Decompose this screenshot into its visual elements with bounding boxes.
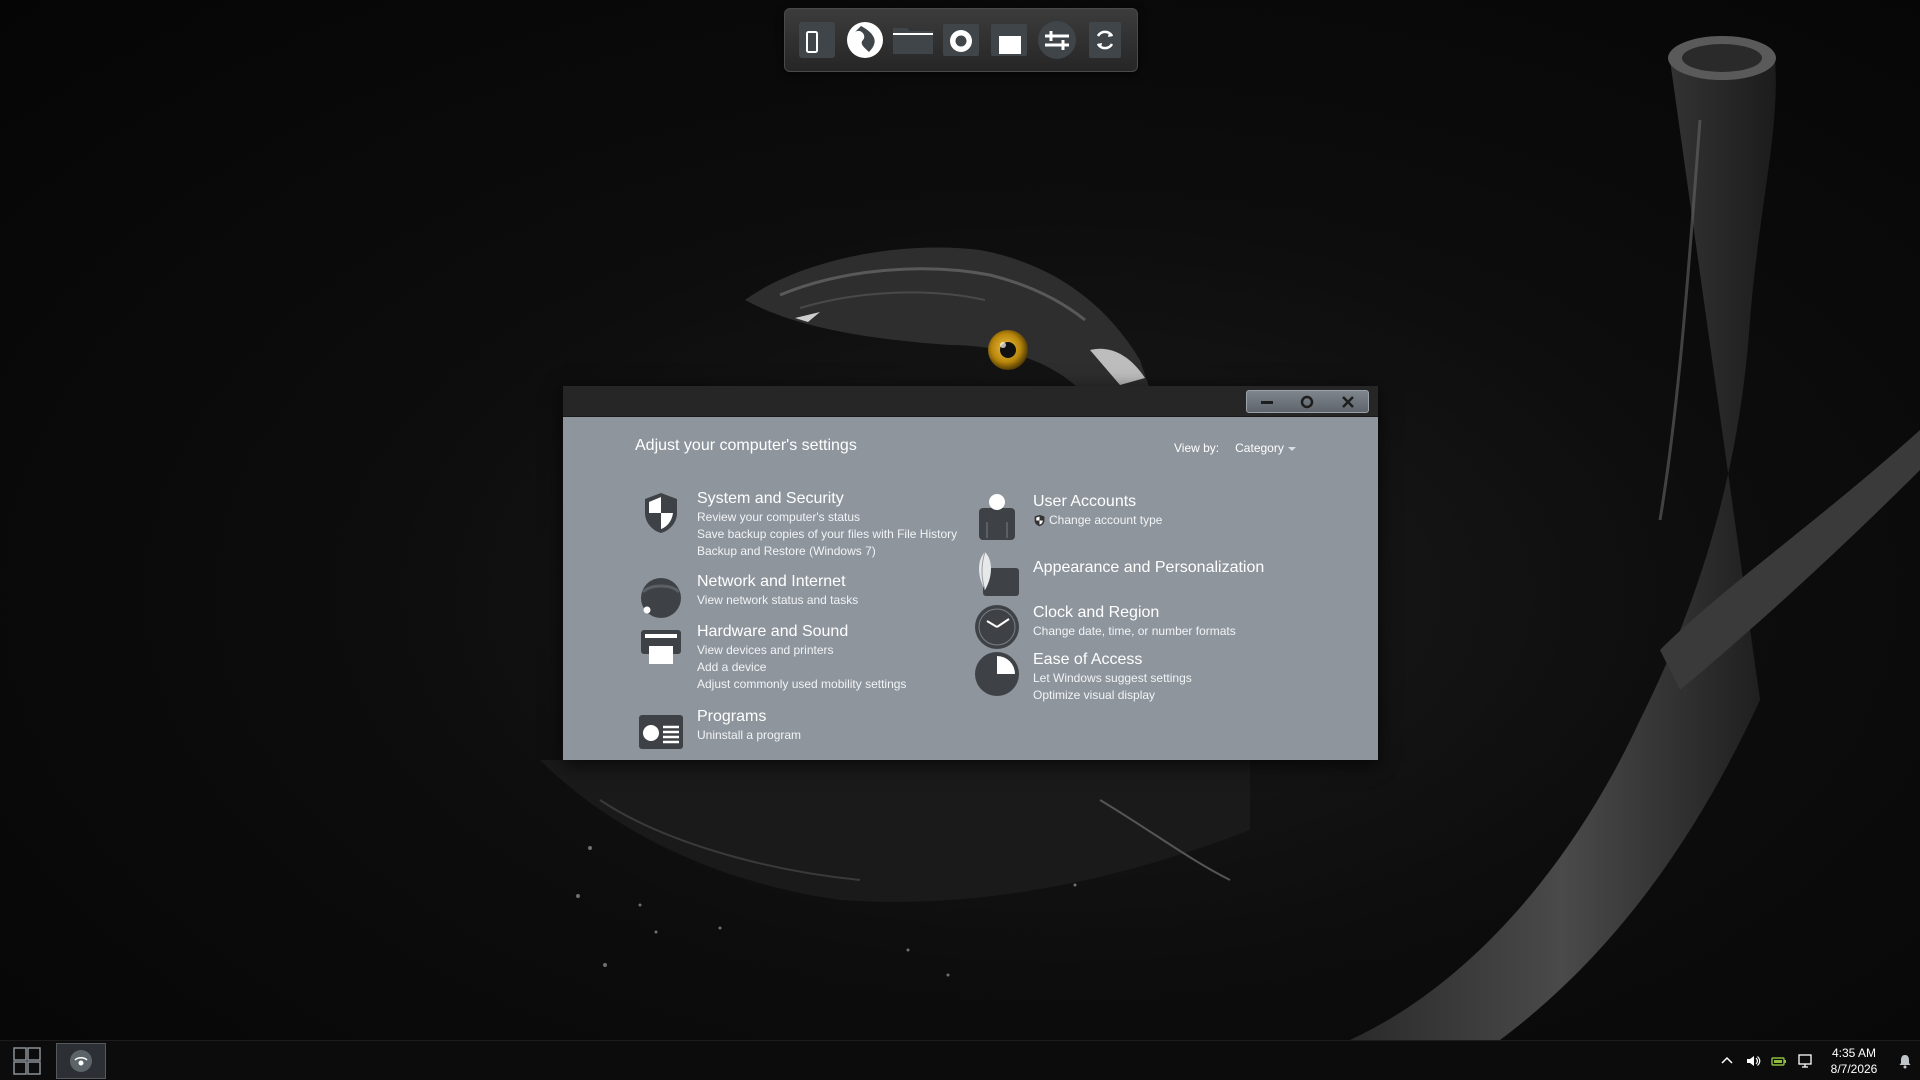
eagle-head (745, 247, 1150, 390)
dock-files[interactable] (986, 16, 1032, 64)
network-icon (1798, 1054, 1812, 1068)
eagle-body (540, 760, 1250, 902)
chevron-down-icon (1287, 446, 1296, 451)
category-title[interactable]: Appearance and Personalization (1033, 558, 1264, 578)
category-link[interactable]: View network status and tasks (697, 592, 858, 609)
clock-icon (975, 605, 1019, 649)
category-link[interactable]: Change date, time, or number formats (1033, 623, 1236, 640)
dock-browser[interactable] (842, 16, 888, 64)
category-clock-region: Clock and Region Change date, time, or n… (973, 603, 1236, 651)
category-system-security: System and Security Review your computer… (637, 489, 957, 560)
category-link[interactable]: Uninstall a program (697, 727, 801, 744)
category-hardware-sound: Hardware and Sound View devices and prin… (637, 622, 906, 693)
printer-icon (641, 630, 681, 664)
chevron-up-icon (1721, 1056, 1733, 1064)
appearance-icon (979, 551, 1019, 596)
taskbar-clock[interactable]: 4:35 AM 8/7/2026 (1822, 1045, 1886, 1077)
phone-icon (799, 22, 835, 58)
restore-button[interactable] (1289, 392, 1325, 412)
category-link[interactable]: Adjust commonly used mobility settings (697, 676, 906, 693)
category-link-text: Change account type (1049, 513, 1163, 527)
category-title[interactable]: System and Security (697, 489, 957, 509)
category-title[interactable]: User Accounts (1033, 492, 1162, 512)
notification-button[interactable] (1890, 1041, 1920, 1080)
minimize-icon (1261, 400, 1274, 404)
network-icon (641, 578, 681, 618)
category-link[interactable]: Change account type (1033, 512, 1162, 529)
window-controls (1246, 390, 1369, 413)
globe-icon (847, 22, 883, 58)
recycle-icon (1089, 22, 1121, 58)
eagle-eye (988, 330, 1028, 370)
branch-trunk (1350, 43, 1776, 1040)
tray-overflow[interactable] (1714, 1041, 1740, 1080)
folder-icon (893, 28, 933, 54)
control-panel-content: Adjust your computer's settings View by:… (563, 417, 1378, 760)
category-link[interactable]: Save backup copies of your files with Fi… (697, 526, 957, 543)
category-title[interactable]: Programs (697, 707, 801, 727)
category-network-internet: Network and Internet View network status… (637, 572, 858, 620)
category-link[interactable]: Backup and Restore (Windows 7) (697, 543, 957, 560)
category-title[interactable]: Hardware and Sound (697, 622, 906, 642)
dock-phone[interactable] (794, 16, 840, 64)
category-link[interactable]: View devices and printers (697, 642, 906, 659)
shield-icon (1034, 514, 1045, 527)
programs-icon (639, 715, 683, 749)
category-link[interactable]: Add a device (697, 659, 906, 676)
close-icon (1341, 395, 1354, 408)
close-button[interactable] (1330, 392, 1366, 412)
volume-icon (1747, 1056, 1761, 1066)
window-titlebar[interactable] (563, 386, 1378, 417)
ease-of-access-icon (975, 652, 1019, 696)
category-ease-of-access: Ease of Access Let Windows suggest setti… (973, 650, 1192, 704)
camera-icon (943, 24, 979, 56)
view-by-label: View by: (1174, 441, 1220, 455)
view-by-value: Category (1235, 441, 1284, 455)
tray-network[interactable] (1792, 1041, 1818, 1080)
dock-settings[interactable] (1034, 16, 1080, 64)
category-link[interactable]: Review your computer's status (697, 509, 957, 526)
category-link[interactable]: Optimize visual display (1033, 687, 1192, 704)
battery-icon (1771, 1057, 1786, 1066)
category-title[interactable]: Ease of Access (1033, 650, 1192, 670)
category-user-accounts: User Accounts Change account type (973, 492, 1162, 540)
system-tray: 4:35 AM 8/7/2026 (1714, 1041, 1920, 1080)
dock-recycle[interactable] (1082, 16, 1128, 64)
view-by-control: View by: Category (1174, 441, 1296, 455)
control-panel-icon (70, 1050, 92, 1072)
control-panel-window: Adjust your computer's settings View by:… (563, 386, 1378, 760)
page-title: Adjust your computer's settings (635, 437, 857, 454)
view-by-dropdown[interactable]: Category (1235, 441, 1296, 455)
category-programs: Programs Uninstall a program (637, 707, 801, 755)
top-dock (784, 8, 1138, 72)
tray-volume[interactable] (1740, 1041, 1766, 1080)
dock-folder[interactable] (890, 16, 936, 64)
notification-icon (1899, 1055, 1911, 1069)
sliders-icon (1038, 21, 1076, 59)
taskbar: 4:35 AM 8/7/2026 (0, 1040, 1920, 1080)
restore-icon (1301, 395, 1314, 408)
start-grid-icon (13, 1047, 41, 1075)
taskbar-app-control-panel[interactable] (56, 1043, 106, 1079)
start-button[interactable] (8, 1045, 46, 1077)
dock-camera[interactable] (938, 16, 984, 64)
shield-icon (645, 493, 677, 533)
clock-date: 8/7/2026 (1830, 1062, 1878, 1076)
branch-arm (1660, 430, 1920, 690)
tray-battery[interactable] (1766, 1041, 1792, 1080)
minimize-button[interactable] (1249, 392, 1285, 412)
clock-time: 4:35 AM (1831, 1046, 1877, 1060)
category-link[interactable]: Let Windows suggest settings (1033, 670, 1192, 687)
file-icon (991, 24, 1027, 56)
category-appearance-personalization: Appearance and Personalization (973, 550, 1264, 598)
category-title[interactable]: Clock and Region (1033, 603, 1236, 623)
user-icon (979, 494, 1015, 540)
category-title[interactable]: Network and Internet (697, 572, 858, 592)
